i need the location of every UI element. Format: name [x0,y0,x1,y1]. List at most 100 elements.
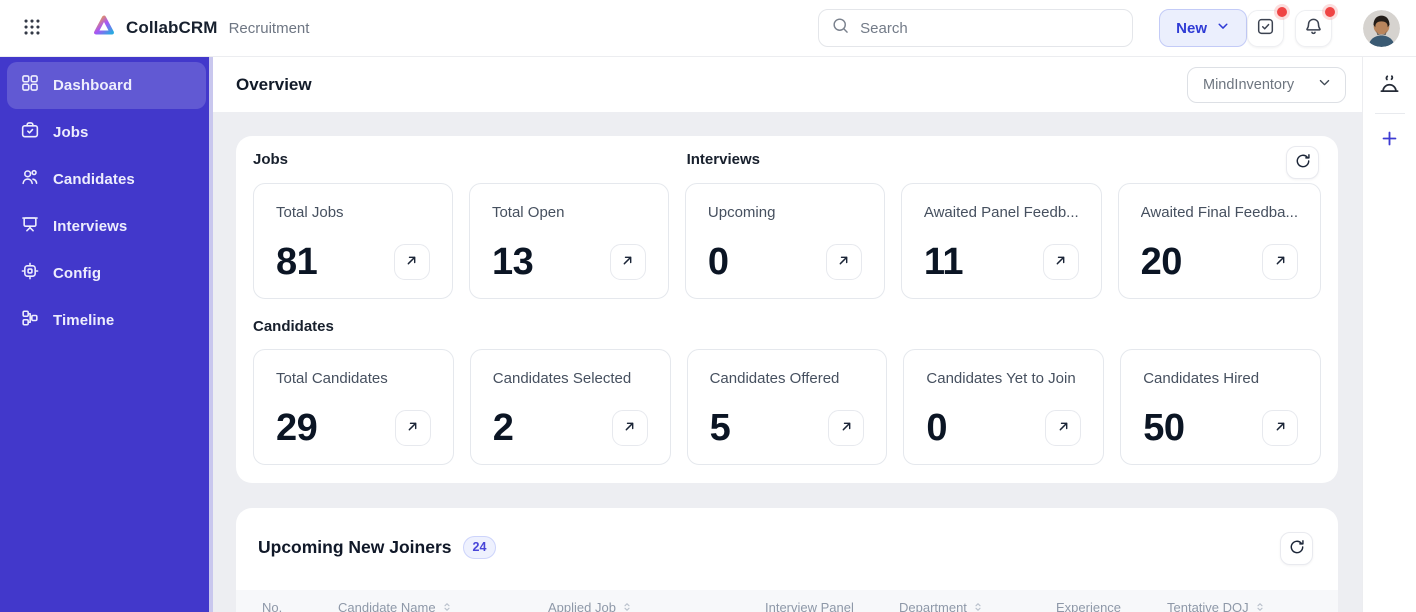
stats-panel: Jobs Interviews Total Jobs 81 Total Open… [236,136,1338,483]
sidebar-item-dashboard[interactable]: Dashboard [7,62,206,109]
sidebar-item-label: Interviews [53,218,128,235]
chip-icon [20,261,40,286]
service-bell-button[interactable] [1372,69,1408,105]
page-header: Overview MindInventory [213,57,1362,112]
bell-notification-dot [1325,6,1335,17]
brand-name: CollabCRM [126,18,218,37]
sidebar-item-label: Dashboard [53,77,133,94]
stat-card-awaited-panel-feedback: Awaited Panel Feedb... 11 [900,183,1102,299]
tasks-notification-dot [1277,6,1287,17]
open-stat-button[interactable] [611,410,648,446]
section-label-jobs: Jobs [253,151,289,168]
open-stat-button[interactable] [1262,244,1298,280]
people-icon [20,167,40,192]
column-header-tentative-doj[interactable]: Tentative DOJ [1167,600,1327,612]
sort-icon[interactable] [441,601,453,612]
section-label-candidates: Candidates [253,318,334,335]
column-label: Tentative DOJ [1167,600,1249,612]
column-label: No. [262,600,283,612]
column-header-department[interactable]: Department [899,600,1056,612]
stat-card-awaited-final-feedback: Awaited Final Feedba... 20 [1117,183,1321,299]
sidebar-item-label: Candidates [53,171,135,188]
brand: CollabCRM Recruitment [91,13,309,44]
open-stat-button[interactable] [825,244,862,280]
user-avatar[interactable] [1363,9,1400,47]
add-widget-button[interactable] [1372,122,1408,158]
open-stat-button[interactable] [394,410,431,446]
product-name: Recruitment [228,19,310,37]
column-header-no: No. [262,600,338,612]
sort-icon[interactable] [972,601,984,612]
stats-row-1: Total Jobs 81 Total Open 13 Upcoming 0 A… [253,183,1321,299]
new-button[interactable]: New [1159,9,1247,47]
column-header-experience: Experience [1056,600,1167,612]
sidebar-item-jobs[interactable]: Jobs [7,109,206,156]
open-stat-button[interactable] [1042,244,1079,280]
stat-value: 5 [709,407,731,449]
refresh-joiners-button[interactable] [1280,532,1313,565]
sidebar-item-label: Timeline [53,312,115,329]
stat-card-total-candidates: Total Candidates 29 [253,349,454,465]
section-label-interviews: Interviews [686,151,760,168]
search-box[interactable] [818,9,1134,47]
arrow-up-right-icon [1052,252,1069,272]
new-button-label: New [1176,19,1207,37]
chevron-down-icon [1216,19,1230,37]
arrow-up-right-icon [1055,418,1072,438]
stat-label: Awaited Final Feedba... [1140,204,1298,221]
open-stat-button[interactable] [828,410,865,446]
checkbox-check-icon [1255,16,1276,40]
column-header-candidate-name[interactable]: Candidate Name [338,600,548,612]
arrow-up-right-icon [621,418,638,438]
stat-value: 0 [707,241,729,283]
arrow-up-right-icon [403,252,420,272]
stats-section-labels: Jobs Interviews [253,151,1321,168]
grid-dots-icon [21,16,43,41]
refresh-icon [1294,152,1312,173]
stats-row-2: Total Candidates 29 Candidates Selected … [253,349,1321,465]
arrow-up-right-icon [1272,252,1289,272]
flow-squares-icon [20,308,40,333]
dashboard-grid-icon [20,73,40,98]
stat-card-total-open: Total Open 13 [468,183,669,299]
notifications-button[interactable] [1295,6,1335,47]
app-launcher-button[interactable] [16,12,48,44]
column-header-applied-job[interactable]: Applied Job [548,600,765,612]
stat-label: Candidates Selected [492,370,632,387]
column-label: Interview Panel [765,600,854,612]
open-stat-button[interactable] [1262,410,1298,446]
tasks-button[interactable] [1247,6,1287,47]
sidebar: Dashboard Jobs Candidates Interviews Con… [0,57,213,612]
joiners-count-badge: 24 [462,536,497,559]
main-content: Overview MindInventory Jobs Interviews T… [213,57,1362,612]
sidebar-item-timeline[interactable]: Timeline [7,297,206,344]
arrow-up-right-icon [838,418,855,438]
service-bell-icon [1376,72,1403,102]
stat-card-candidates-hired: Candidates Hired 50 [1120,349,1321,465]
open-stat-button[interactable] [393,244,430,280]
stat-label: Total Jobs [276,204,344,221]
arrow-up-right-icon [619,252,636,272]
rail-divider [1374,113,1405,114]
open-stat-button[interactable] [609,244,646,280]
search-input[interactable] [860,19,1121,37]
stat-card-candidates-offered: Candidates Offered 5 [686,349,888,465]
sidebar-item-interviews[interactable]: Interviews [7,203,206,250]
column-label: Experience [1056,600,1122,612]
sidebar-item-label: Config [53,265,102,282]
stat-label: Candidates Yet to Join [926,370,1076,387]
column-label: Applied Job [548,600,616,612]
presentation-board-icon [20,214,40,239]
refresh-stats-button[interactable] [1286,146,1319,179]
sort-icon[interactable] [621,601,633,612]
sidebar-item-candidates[interactable]: Candidates [7,156,206,203]
arrow-up-right-icon [835,252,852,272]
stat-label: Awaited Panel Feedb... [923,204,1079,221]
sort-icon[interactable] [1254,601,1266,612]
org-selector[interactable]: MindInventory [1187,66,1346,103]
open-stat-button[interactable] [1045,410,1082,446]
sidebar-item-config[interactable]: Config [7,250,206,297]
stat-value: 81 [276,241,318,283]
stat-card-upcoming: Upcoming 0 [684,183,885,299]
stat-value: 11 [923,241,964,283]
